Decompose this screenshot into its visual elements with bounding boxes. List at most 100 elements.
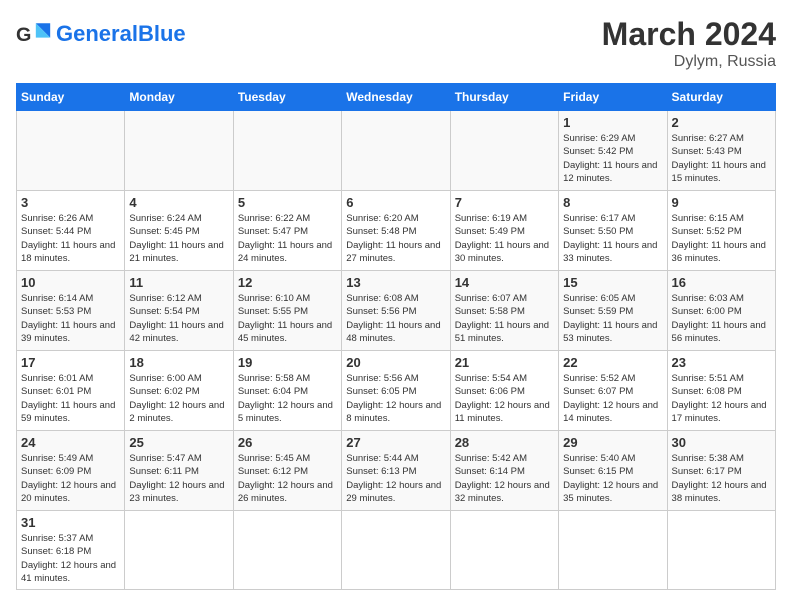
calendar-cell: 19 Sunrise: 5:58 AM Sunset: 6:04 PM Dayli… bbox=[233, 351, 341, 431]
calendar-week-row: 31Sunrise: 5:37 AM Sunset: 6:18 PM Dayli… bbox=[17, 511, 776, 590]
calendar-cell bbox=[450, 111, 558, 191]
day-info: Sunrise: 5:56 AM Sunset: 6:05 PM Dayligh… bbox=[346, 372, 445, 425]
day-info: Sunrise: 6:12 AM Sunset: 5:54 PM Dayligh… bbox=[129, 292, 228, 345]
calendar-table: SundayMondayTuesdayWednesdayThursdayFrid… bbox=[16, 83, 776, 590]
calendar-cell: 17Sunrise: 6:01 AM Sunset: 6:01 PM Dayli… bbox=[17, 351, 125, 431]
title-block: March 2024 Dylym, Russia bbox=[602, 16, 776, 71]
day-info: Sunrise: 5:58 AM Sunset: 6:04 PM Dayligh… bbox=[238, 372, 337, 425]
calendar-cell: 31Sunrise: 5:37 AM Sunset: 6:18 PM Dayli… bbox=[17, 511, 125, 590]
day-info: Sunrise: 5:42 AM Sunset: 6:14 PM Dayligh… bbox=[455, 452, 554, 505]
day-number: 29 bbox=[563, 435, 662, 450]
day-number: 22 bbox=[563, 355, 662, 370]
calendar-cell bbox=[450, 511, 558, 590]
day-number: 26 bbox=[238, 435, 337, 450]
day-number: 11 bbox=[129, 275, 228, 290]
calendar-cell: 9 Sunrise: 6:15 AM Sunset: 5:52 PM Daylig… bbox=[667, 191, 775, 271]
calendar-cell: 7Sunrise: 6:19 AM Sunset: 5:49 PM Daylig… bbox=[450, 191, 558, 271]
day-info: Sunrise: 5:49 AM Sunset: 6:09 PM Dayligh… bbox=[21, 452, 120, 505]
day-number: 13 bbox=[346, 275, 445, 290]
calendar-cell: 20 Sunrise: 5:56 AM Sunset: 6:05 PM Dayli… bbox=[342, 351, 450, 431]
calendar-cell: 2Sunrise: 6:27 AM Sunset: 5:43 PM Daylig… bbox=[667, 111, 775, 191]
day-number: 24 bbox=[21, 435, 120, 450]
logo-icon: G bbox=[16, 16, 52, 52]
calendar-cell: 23Sunrise: 5:51 AM Sunset: 6:08 PM Dayli… bbox=[667, 351, 775, 431]
calendar-cell: 11 Sunrise: 6:12 AM Sunset: 5:54 PM Dayli… bbox=[125, 271, 233, 351]
day-number: 18 bbox=[129, 355, 228, 370]
calendar-cell: 6Sunrise: 6:20 AM Sunset: 5:48 PM Daylig… bbox=[342, 191, 450, 271]
calendar-cell bbox=[342, 111, 450, 191]
calendar-cell: 24 Sunrise: 5:49 AM Sunset: 6:09 PM Dayli… bbox=[17, 431, 125, 511]
calendar-cell: 12 Sunrise: 6:10 AM Sunset: 5:55 PM Dayli… bbox=[233, 271, 341, 351]
calendar-week-row: 24 Sunrise: 5:49 AM Sunset: 6:09 PM Dayli… bbox=[17, 431, 776, 511]
day-info: Sunrise: 6:22 AM Sunset: 5:47 PM Dayligh… bbox=[238, 212, 337, 265]
calendar-cell: 26 Sunrise: 5:45 AM Sunset: 6:12 PM Dayli… bbox=[233, 431, 341, 511]
day-info: Sunrise: 5:54 AM Sunset: 6:06 PM Dayligh… bbox=[455, 372, 554, 425]
day-number: 31 bbox=[21, 515, 120, 530]
day-number: 2 bbox=[672, 115, 771, 130]
calendar-cell: 10Sunrise: 6:14 AM Sunset: 5:53 PM Dayli… bbox=[17, 271, 125, 351]
calendar-cell: 5 Sunrise: 6:22 AM Sunset: 5:47 PM Daylig… bbox=[233, 191, 341, 271]
logo: G GeneralBlue bbox=[16, 16, 186, 52]
day-number: 23 bbox=[672, 355, 771, 370]
day-info: Sunrise: 6:10 AM Sunset: 5:55 PM Dayligh… bbox=[238, 292, 337, 345]
calendar-cell: 8Sunrise: 6:17 AM Sunset: 5:50 PM Daylig… bbox=[559, 191, 667, 271]
calendar-cell: 27 Sunrise: 5:44 AM Sunset: 6:13 PM Dayli… bbox=[342, 431, 450, 511]
calendar-cell: 21 Sunrise: 5:54 AM Sunset: 6:06 PM Dayli… bbox=[450, 351, 558, 431]
day-info: Sunrise: 5:47 AM Sunset: 6:11 PM Dayligh… bbox=[129, 452, 228, 505]
calendar-cell bbox=[342, 511, 450, 590]
day-info: Sunrise: 6:00 AM Sunset: 6:02 PM Dayligh… bbox=[129, 372, 228, 425]
day-info: Sunrise: 6:07 AM Sunset: 5:58 PM Dayligh… bbox=[455, 292, 554, 345]
calendar-cell: 22 Sunrise: 5:52 AM Sunset: 6:07 PM Dayli… bbox=[559, 351, 667, 431]
calendar-cell: 29Sunrise: 5:40 AM Sunset: 6:15 PM Dayli… bbox=[559, 431, 667, 511]
day-number: 9 bbox=[672, 195, 771, 210]
day-number: 21 bbox=[455, 355, 554, 370]
day-number: 28 bbox=[455, 435, 554, 450]
calendar-cell bbox=[667, 511, 775, 590]
day-number: 15 bbox=[563, 275, 662, 290]
day-info: Sunrise: 6:29 AM Sunset: 5:42 PM Dayligh… bbox=[563, 132, 662, 185]
calendar-cell bbox=[17, 111, 125, 191]
day-info: Sunrise: 6:05 AM Sunset: 5:59 PM Dayligh… bbox=[563, 292, 662, 345]
calendar-week-row: 3Sunrise: 6:26 AM Sunset: 5:44 PM Daylig… bbox=[17, 191, 776, 271]
day-info: Sunrise: 6:17 AM Sunset: 5:50 PM Dayligh… bbox=[563, 212, 662, 265]
weekday-header-row: SundayMondayTuesdayWednesdayThursdayFrid… bbox=[17, 84, 776, 111]
calendar-cell: 14 Sunrise: 6:07 AM Sunset: 5:58 PM Dayli… bbox=[450, 271, 558, 351]
page-header: G GeneralBlue March 2024 Dylym, Russia bbox=[16, 16, 776, 71]
day-info: Sunrise: 5:52 AM Sunset: 6:07 PM Dayligh… bbox=[563, 372, 662, 425]
day-number: 5 bbox=[238, 195, 337, 210]
day-info: Sunrise: 5:44 AM Sunset: 6:13 PM Dayligh… bbox=[346, 452, 445, 505]
logo-text: GeneralBlue bbox=[56, 23, 186, 46]
day-info: Sunrise: 6:24 AM Sunset: 5:45 PM Dayligh… bbox=[129, 212, 228, 265]
day-info: Sunrise: 6:15 AM Sunset: 5:52 PM Dayligh… bbox=[672, 212, 771, 265]
weekday-header-saturday: Saturday bbox=[667, 84, 775, 111]
calendar-cell: 15 Sunrise: 6:05 AM Sunset: 5:59 PM Dayli… bbox=[559, 271, 667, 351]
day-number: 6 bbox=[346, 195, 445, 210]
day-info: Sunrise: 6:19 AM Sunset: 5:49 PM Dayligh… bbox=[455, 212, 554, 265]
day-number: 25 bbox=[129, 435, 228, 450]
calendar-cell bbox=[233, 111, 341, 191]
day-number: 19 bbox=[238, 355, 337, 370]
day-number: 14 bbox=[455, 275, 554, 290]
calendar-week-row: 17Sunrise: 6:01 AM Sunset: 6:01 PM Dayli… bbox=[17, 351, 776, 431]
calendar-cell bbox=[125, 511, 233, 590]
location: Dylym, Russia bbox=[602, 53, 776, 71]
weekday-header-thursday: Thursday bbox=[450, 84, 558, 111]
calendar-week-row: 1 Sunrise: 6:29 AM Sunset: 5:42 PM Daylig… bbox=[17, 111, 776, 191]
day-number: 1 bbox=[563, 115, 662, 130]
day-info: Sunrise: 5:45 AM Sunset: 6:12 PM Dayligh… bbox=[238, 452, 337, 505]
calendar-cell: 30Sunrise: 5:38 AM Sunset: 6:17 PM Dayli… bbox=[667, 431, 775, 511]
weekday-header-wednesday: Wednesday bbox=[342, 84, 450, 111]
day-number: 17 bbox=[21, 355, 120, 370]
day-number: 12 bbox=[238, 275, 337, 290]
calendar-cell: 4Sunrise: 6:24 AM Sunset: 5:45 PM Daylig… bbox=[125, 191, 233, 271]
day-info: Sunrise: 5:38 AM Sunset: 6:17 PM Dayligh… bbox=[672, 452, 771, 505]
calendar-cell: 28 Sunrise: 5:42 AM Sunset: 6:14 PM Dayli… bbox=[450, 431, 558, 511]
calendar-cell: 1 Sunrise: 6:29 AM Sunset: 5:42 PM Daylig… bbox=[559, 111, 667, 191]
day-number: 20 bbox=[346, 355, 445, 370]
day-number: 10 bbox=[21, 275, 120, 290]
day-number: 3 bbox=[21, 195, 120, 210]
calendar-cell bbox=[233, 511, 341, 590]
day-number: 27 bbox=[346, 435, 445, 450]
weekday-header-sunday: Sunday bbox=[17, 84, 125, 111]
calendar-week-row: 10Sunrise: 6:14 AM Sunset: 5:53 PM Dayli… bbox=[17, 271, 776, 351]
